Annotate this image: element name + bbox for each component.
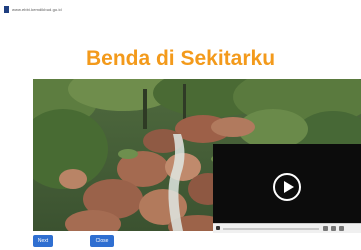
close-button[interactable]: Close: [90, 235, 114, 247]
next-button[interactable]: Next: [33, 235, 53, 247]
video-player[interactable]: [213, 144, 361, 233]
seek-bar[interactable]: [223, 228, 319, 230]
fullscreen-icon[interactable]: [339, 226, 344, 231]
logo-icon: [4, 5, 9, 13]
control-icons: [323, 226, 344, 231]
brand-text: www.ebbi.kemdikbud.go.id: [12, 6, 62, 12]
video-controls: [213, 223, 361, 233]
header-bar: www.ebbi.kemdikbud.go.id: [4, 4, 62, 14]
control-play-icon[interactable]: [216, 226, 220, 230]
volume-icon[interactable]: [323, 226, 328, 231]
settings-icon[interactable]: [331, 226, 336, 231]
play-icon[interactable]: [273, 173, 301, 201]
page-title: Benda di Sekitarku: [85, 47, 276, 70]
